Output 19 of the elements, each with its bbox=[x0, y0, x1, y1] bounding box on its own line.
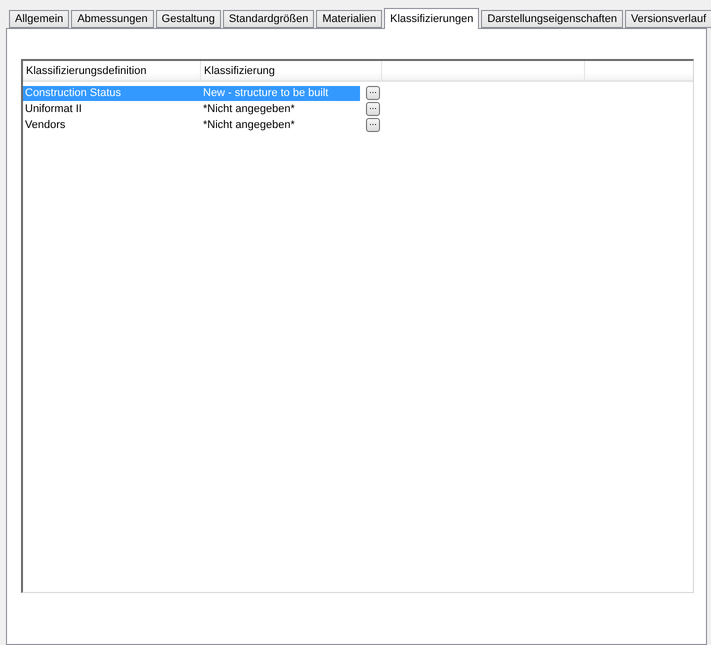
table-cell-text: *Nicht angegeben* bbox=[202, 102, 296, 116]
tab[interactable]: Materialien bbox=[316, 10, 382, 28]
browse-button[interactable]: ... bbox=[366, 118, 380, 132]
tab[interactable]: Versionsverlauf bbox=[624, 10, 711, 28]
tab[interactable]: Standardgrößen bbox=[222, 10, 314, 28]
browse-button[interactable]: ... bbox=[366, 102, 380, 116]
tab[interactable]: Klassifizierungen bbox=[384, 8, 480, 29]
table-cell: Construction Status bbox=[23, 86, 201, 100]
tab[interactable]: Gestaltung bbox=[156, 10, 221, 28]
table-cell-text: Uniformat II bbox=[24, 102, 83, 116]
browse-button[interactable]: ... bbox=[366, 86, 380, 100]
table-cell: New - structure to be built bbox=[201, 86, 360, 100]
table-cell-text: Vendors bbox=[24, 118, 66, 132]
column-header[interactable]: Klassifizierungsdefinition bbox=[23, 61, 201, 80]
tab[interactable]: Darstellungseigenschaften bbox=[481, 10, 623, 28]
tab[interactable]: Allgemein bbox=[9, 10, 70, 28]
table-cell-text: *Nicht angegeben* bbox=[202, 118, 296, 132]
tab[interactable]: Abmessungen bbox=[71, 10, 154, 28]
column-header[interactable]: Klassifizierung bbox=[201, 61, 382, 80]
